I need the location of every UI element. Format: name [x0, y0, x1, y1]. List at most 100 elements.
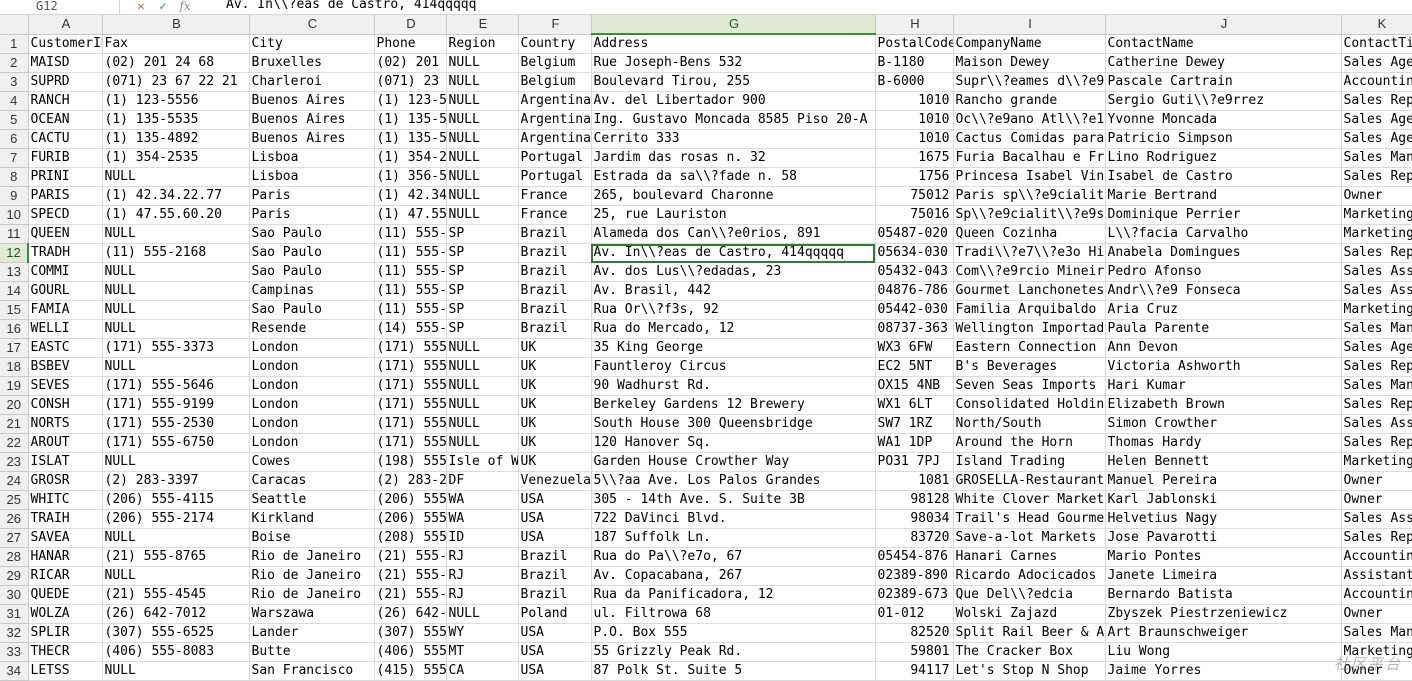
cell[interactable]: NULL	[102, 224, 250, 244]
cell[interactable]: Zbyszek Piestrzeniewicz	[1105, 604, 1342, 624]
cell[interactable]: WA	[446, 509, 519, 529]
cell[interactable]: EASTC	[28, 338, 103, 358]
cell[interactable]: Familia Arquibaldo	[953, 300, 1106, 320]
cell[interactable]: GROSELLA-Restaurante	[953, 471, 1106, 491]
cell[interactable]: (1) 42.34.22.66	[374, 186, 447, 206]
row-header[interactable]: 15	[0, 300, 29, 320]
cell[interactable]: Estrada da sa\\?fade n. 58	[591, 167, 876, 187]
cell[interactable]: THECR	[28, 642, 103, 662]
cell[interactable]: Eastern Connection	[953, 338, 1106, 358]
cell[interactable]: Janete Limeira	[1105, 566, 1342, 586]
cell[interactable]: (206) 555-4115	[102, 490, 250, 510]
cell[interactable]: NULL	[102, 357, 250, 377]
cell[interactable]: Belgium	[518, 72, 592, 92]
cell[interactable]: Owner	[1341, 471, 1412, 491]
cell[interactable]: GOURL	[28, 281, 103, 301]
cell[interactable]: 55 Grizzly Peak Rd.	[591, 642, 876, 662]
cell[interactable]: (406) 555-5834	[374, 642, 447, 662]
cell[interactable]: 75016	[875, 205, 954, 225]
cell[interactable]: (415) 555-5938	[374, 661, 447, 681]
header-cell[interactable]: PostalCode	[875, 34, 954, 54]
cell[interactable]: Around the Horn	[953, 433, 1106, 453]
column-header-g[interactable]: G	[591, 15, 876, 35]
cell[interactable]: Wellington Importadora	[953, 319, 1106, 339]
cell[interactable]: Av. del Libertador 900	[591, 91, 876, 111]
cell[interactable]: UK	[518, 395, 592, 415]
cell[interactable]: Alameda dos Can\\?e0rios, 891	[591, 224, 876, 244]
cell[interactable]: NULL	[102, 566, 250, 586]
cell[interactable]: (1) 47.55.60.10	[374, 205, 447, 225]
cell[interactable]: USA	[518, 490, 592, 510]
cancel-icon[interactable]: ✕	[130, 0, 152, 12]
cell[interactable]: WELLI	[28, 319, 103, 339]
cell[interactable]: Karl Jablonski	[1105, 490, 1342, 510]
row-header[interactable]: 21	[0, 414, 29, 434]
cell[interactable]: France	[518, 186, 592, 206]
cell[interactable]: 05442-030	[875, 300, 954, 320]
cell[interactable]: Brazil	[518, 547, 592, 567]
cell[interactable]: Gourmet Lanchonetes	[953, 281, 1106, 301]
cell[interactable]: NULL	[446, 395, 519, 415]
cell[interactable]: Wolski Zajazd	[953, 604, 1106, 624]
cell[interactable]: Seattle	[249, 490, 375, 510]
cell[interactable]: Supr\\?eames d\\?e9lices	[953, 72, 1106, 92]
cell[interactable]: 82520	[875, 623, 954, 643]
cell[interactable]: WHITC	[28, 490, 103, 510]
column-header-b[interactable]: B	[102, 15, 250, 35]
row-header[interactable]: 31	[0, 604, 29, 624]
cell[interactable]: (1) 47.55.60.20	[102, 205, 250, 225]
cell[interactable]: (26) 642-7012	[374, 604, 447, 624]
cell[interactable]: (14) 555-8122	[374, 319, 447, 339]
cell[interactable]: Accounting Manager	[1341, 585, 1412, 605]
cell[interactable]: (406) 555-8083	[102, 642, 250, 662]
cell[interactable]: Sales Representative	[1341, 91, 1412, 111]
cell[interactable]: Rua Or\\?f3s, 92	[591, 300, 876, 320]
cell[interactable]: NULL	[446, 433, 519, 453]
cell[interactable]: London	[249, 376, 375, 396]
cell[interactable]: Helen Bennett	[1105, 452, 1342, 472]
cell[interactable]: SP	[446, 224, 519, 244]
cell[interactable]: TRAIH	[28, 509, 103, 529]
cell[interactable]: Jose Pavarotti	[1105, 528, 1342, 548]
cell[interactable]: Bruxelles	[249, 53, 375, 73]
cell[interactable]: WY	[446, 623, 519, 643]
cell[interactable]: ul. Filtrowa 68	[591, 604, 876, 624]
cell[interactable]: Portugal	[518, 167, 592, 187]
cell[interactable]: UK	[518, 376, 592, 396]
cell[interactable]: NULL	[102, 452, 250, 472]
row-header[interactable]: 19	[0, 376, 29, 396]
cell[interactable]: USA	[518, 661, 592, 681]
cell[interactable]: Owner	[1341, 186, 1412, 206]
cell[interactable]: PO31 7PJ	[875, 452, 954, 472]
cell[interactable]: UK	[518, 433, 592, 453]
column-header-a[interactable]: A	[28, 15, 103, 35]
row-header[interactable]: 9	[0, 186, 29, 206]
cell[interactable]: (21) 555-4252	[374, 585, 447, 605]
column-header-i[interactable]: I	[953, 15, 1106, 35]
cell[interactable]: Isabel de Castro	[1105, 167, 1342, 187]
column-header-j[interactable]: J	[1105, 15, 1342, 35]
cell[interactable]: USA	[518, 642, 592, 662]
cell[interactable]: 98128	[875, 490, 954, 510]
cell[interactable]: B's Beverages	[953, 357, 1106, 377]
cell[interactable]: WOLZA	[28, 604, 103, 624]
cell[interactable]: London	[249, 414, 375, 434]
cell[interactable]: Paris sp\\?e9cialit\\?e9s	[953, 186, 1106, 206]
cell[interactable]: (171) 555-1717	[374, 376, 447, 396]
cell[interactable]: GROSR	[28, 471, 103, 491]
cell[interactable]: CACTU	[28, 129, 103, 149]
cell[interactable]: 722 DaVinci Blvd.	[591, 509, 876, 529]
cell[interactable]: Sales Manager	[1341, 319, 1412, 339]
row-header[interactable]: 5	[0, 110, 29, 130]
cell[interactable]: 1010	[875, 91, 954, 111]
column-header-k[interactable]: K	[1341, 15, 1412, 35]
cell[interactable]: (2) 283-2951	[374, 471, 447, 491]
cell[interactable]: Jardim das rosas n. 32	[591, 148, 876, 168]
cell[interactable]: 04876-786	[875, 281, 954, 301]
cell[interactable]: Marie Bertrand	[1105, 186, 1342, 206]
cell[interactable]: Yvonne Moncada	[1105, 110, 1342, 130]
cell[interactable]: Brazil	[518, 566, 592, 586]
cell[interactable]: Sao Paulo	[249, 224, 375, 244]
cell[interactable]: (071) 23 67 22 20	[374, 72, 447, 92]
cell[interactable]: Accounting Manager	[1341, 547, 1412, 567]
